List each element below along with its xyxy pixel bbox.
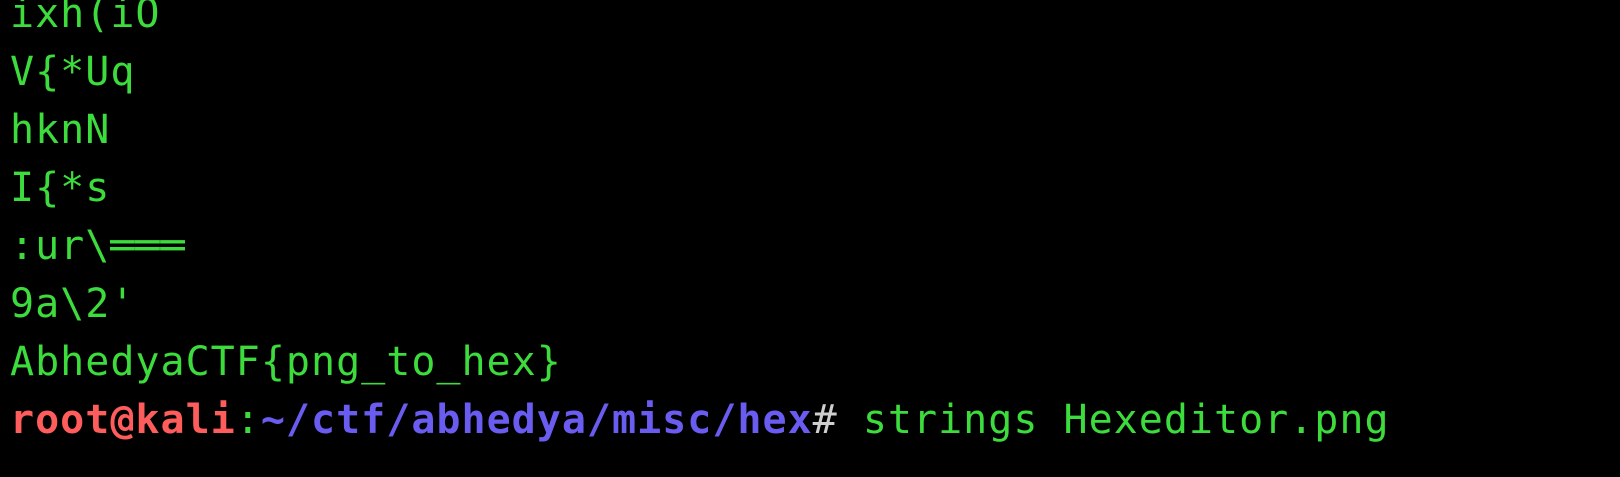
terminal-window[interactable]: ixh(iO V{*Uq hknN I{*s :ur\═══ 9a\2' Abh…	[0, 0, 1620, 477]
prompt-separator: :	[235, 397, 261, 443]
output-line: hknN	[10, 107, 111, 153]
terminal-output: ixh(iO V{*Uq hknN I{*s :ur\═══ 9a\2' Abh…	[10, 0, 1390, 449]
output-line: ixh(iO	[10, 0, 161, 37]
output-line: V{*Uq	[10, 49, 136, 95]
command-prompt-line[interactable]: root@kali:~/ctf/abhedya/misc/hex# string…	[10, 391, 1390, 449]
prompt-path: ~/ctf/abhedya/misc/hex	[260, 397, 813, 443]
command-input[interactable]: strings Hexeditor.png	[838, 397, 1390, 443]
output-line: I{*s	[10, 165, 111, 211]
prompt-user-host: root@kali	[10, 397, 236, 443]
output-line: 9a\2'	[10, 281, 136, 327]
prompt-symbol: #	[812, 397, 838, 443]
output-line: :ur\═══	[10, 223, 186, 269]
flag-output-line: AbhedyaCTF{png_to_hex}	[10, 339, 562, 385]
